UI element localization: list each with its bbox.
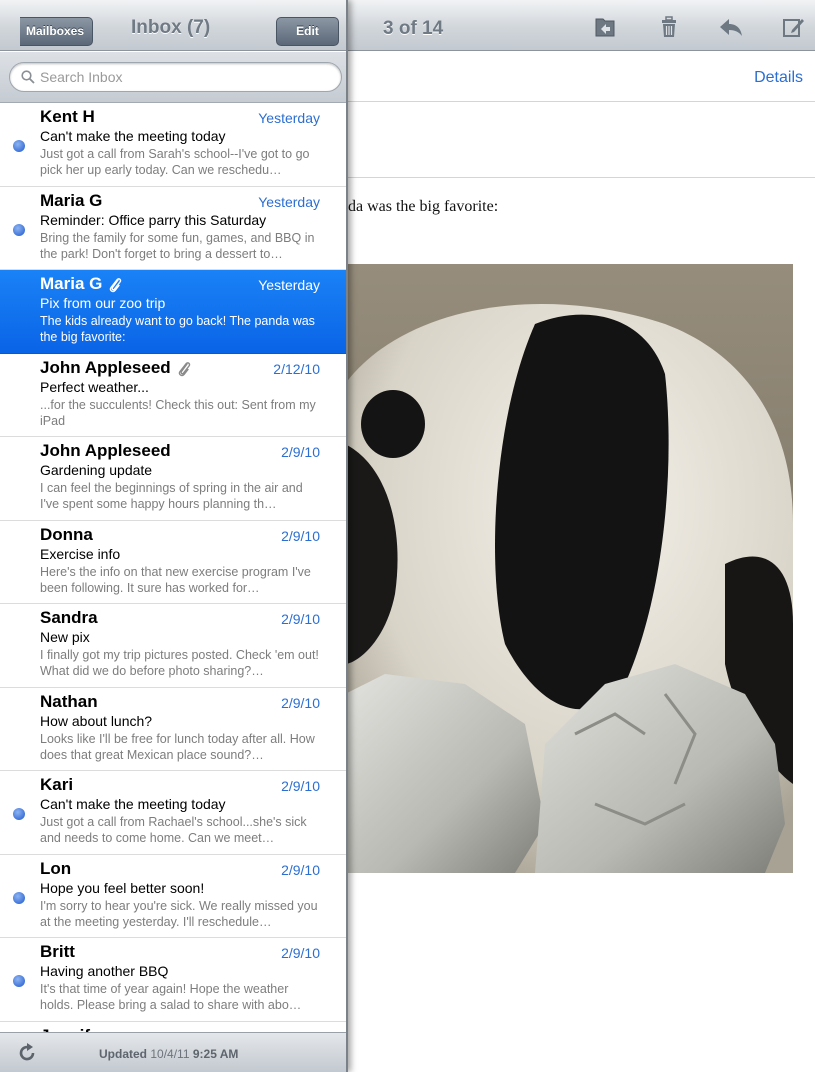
email-sender: Maria G [40,190,103,210]
email-preview: Looks like I'll be free for lunch today … [40,731,315,762]
email-subject: Pix from our zoo trip [40,295,166,311]
email-subject: Can't make the meeting today [40,796,226,812]
updated-date: 10/4/11 [150,1047,190,1061]
updated-label: Updated [99,1047,147,1061]
mailboxes-back-button[interactable]: Mailboxes [20,17,94,46]
email-preview: It's that time of year again! Hope the w… [40,982,302,1012]
unread-dot-icon [13,975,25,987]
message-position: 3 of 14 [383,18,444,39]
email-sender: Kari [40,775,74,794]
email-row[interactable]: Donna 2/9/10 Exercise info Here's the info … [0,520,346,604]
email-sender: John Appleseed [40,357,171,377]
email-row[interactable]: Kent H Yesterday Can't make the meeting to… [0,103,346,187]
updated-time: 9:25 AM [192,1047,239,1061]
inbox-title: Inbox (7) [131,17,211,38]
email-sender: Maria G [40,274,103,293]
email-preview: Bring the family for some fun, games, an… [40,230,315,261]
email-sender: Sandra [40,608,98,627]
email-row[interactable]: Kari 2/9/10 Can't make the meeting today Ju… [0,771,346,855]
email-row[interactable]: Britt 2/9/10 Having another BBQ It's that t… [0,938,346,1022]
email-list: Kent H Yesterday Can't make the meeting to… [0,103,346,1033]
email-subject: Reminder: Office parry this Saturday [40,211,267,228]
search-field[interactable] [9,62,342,92]
panda-photo [345,264,793,873]
inbox-popover: Mailboxes Inbox (7) Edit Kent H Yesterday… [0,0,348,1072]
email-date: 2/9/10 [281,694,320,711]
reply-icon[interactable] [718,14,744,40]
email-preview: ...for the succulents! Check this out: S… [40,397,316,428]
unread-dot-icon [13,140,25,152]
email-subject: How about lunch? [40,712,153,729]
email-preview: Here's the info on that new exercise pro… [40,564,311,595]
folder-move-icon[interactable] [592,14,618,40]
refresh-icon[interactable] [16,1042,38,1064]
unread-dot-icon [13,891,25,904]
email-sender: Nathan [40,691,98,711]
attachment-icon [108,276,122,293]
updated-status: Updated 10/4/11 9:25 AM [99,1047,238,1061]
email-row[interactable]: Maria G Yesterday Pix from our zoo trip The… [0,270,346,354]
unread-dot-icon [13,808,25,820]
email-row[interactable]: Lon 2/9/10 Hope you feel better soon! I'm s… [0,854,346,938]
email-preview: Just got a call from Rachael's school...… [40,815,307,845]
email-preview: I finally got my trip pictures posted. C… [40,648,319,678]
email-preview: The kids already want to go back! The pa… [40,314,315,344]
email-date: Yesterday [258,110,320,126]
email-date: Yesterday [258,277,320,293]
email-subject: Hope you feel better soon! [40,879,205,896]
email-row[interactable]: Maria G Yesterday Reminder: Office parry t… [0,186,346,270]
email-sender: Britt [40,942,75,961]
email-sender: Donna [40,524,93,544]
search-bar [0,52,346,103]
email-sender: John Appleseed [40,441,171,460]
email-sender: Kent H [40,107,95,126]
email-date: 2/9/10 [281,444,320,460]
email-date: 2/12/10 [273,360,320,377]
email-row[interactable]: Nathan 2/9/10 How about lunch? Looks like I… [0,687,346,771]
email-preview: Just got a call from Sarah's school--I'v… [40,147,310,177]
details-link[interactable]: Details [754,69,803,87]
email-subject: Perfect weather... [40,378,149,395]
email-row[interactable]: Sandra 2/9/10 New pix I finally got my trip… [0,604,346,688]
email-subject: Exercise info [40,545,121,562]
email-sender: Lon [40,858,72,878]
email-preview: I can feel the beginnings of spring in t… [40,481,303,511]
edit-button[interactable]: Edit [276,17,339,46]
unread-dot-icon [13,223,25,236]
email-preview: I'm sorry to hear you're sick. We really… [40,898,318,929]
email-date: Yesterday [258,193,320,210]
email-row[interactable]: John Appleseed 2/9/10 Gardening update I ca… [0,437,346,521]
email-row[interactable]: John Appleseed 2/12/10 Perfect weather....… [0,353,346,437]
email-date: 2/9/10 [281,527,320,544]
attachment-icon [177,360,191,377]
search-icon [21,70,35,84]
compose-icon[interactable] [780,14,806,40]
email-date: 2/9/10 [281,861,320,878]
email-subject: Can't make the meeting today [40,128,226,144]
trash-icon[interactable] [656,14,682,40]
email-subject: New pix [40,629,90,645]
inbox-footer: Updated 10/4/11 9:25 AM [0,1032,346,1072]
email-subject: Having another BBQ [40,963,169,979]
mailboxes-back-label: Mailboxes [26,24,85,38]
email-date: 2/9/10 [281,611,320,627]
email-date: 2/9/10 [281,778,320,794]
email-date: 2/9/10 [281,945,320,961]
message-body-text: da was the big favorite: [348,198,499,215]
email-subject: Gardening update [40,462,153,478]
search-input[interactable] [40,67,330,87]
inbox-header: Mailboxes Inbox (7) Edit [0,0,346,51]
